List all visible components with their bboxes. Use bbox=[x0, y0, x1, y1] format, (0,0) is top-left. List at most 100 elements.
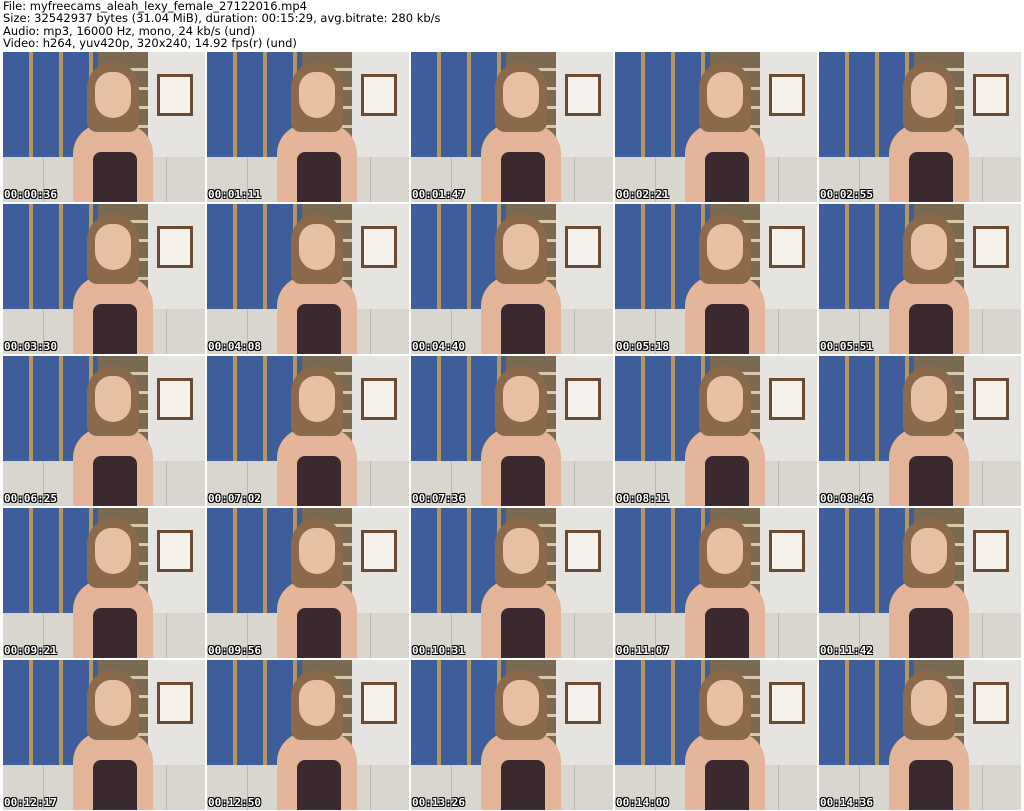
picture-frame bbox=[973, 682, 1009, 724]
person bbox=[889, 670, 969, 810]
file-size: Size: 32542937 bytes (31.04 MiB), durati… bbox=[3, 11, 441, 26]
video-thumbnail[interactable]: 00:05:51 bbox=[819, 204, 1021, 354]
person bbox=[73, 518, 153, 658]
person bbox=[481, 670, 561, 810]
picture-frame bbox=[769, 74, 805, 116]
video-thumbnail[interactable]: 00:07:02 bbox=[207, 356, 409, 506]
person bbox=[685, 518, 765, 658]
picture-frame bbox=[973, 74, 1009, 116]
picture-frame bbox=[769, 226, 805, 268]
timestamp: 00:09:56 bbox=[208, 644, 261, 657]
timestamp: 00:00:36 bbox=[4, 188, 57, 201]
timestamp: 00:04:40 bbox=[412, 340, 465, 353]
picture-frame bbox=[565, 530, 601, 572]
person bbox=[73, 62, 153, 202]
picture-frame bbox=[769, 682, 805, 724]
timestamp: 00:09:21 bbox=[4, 644, 57, 657]
person bbox=[73, 214, 153, 354]
person bbox=[277, 214, 357, 354]
timestamp: 00:04:08 bbox=[208, 340, 261, 353]
person bbox=[889, 214, 969, 354]
person bbox=[481, 214, 561, 354]
picture-frame bbox=[361, 530, 397, 572]
timestamp: 00:06:25 bbox=[4, 492, 57, 505]
video-info: Video: h264, yuv420p, 320x240, 14.92 fps… bbox=[3, 35, 297, 50]
video-thumbnail[interactable]: 00:14:00 bbox=[615, 660, 817, 810]
timestamp: 00:07:02 bbox=[208, 492, 261, 505]
timestamp: 00:02:55 bbox=[820, 188, 873, 201]
person bbox=[481, 62, 561, 202]
person bbox=[889, 518, 969, 658]
person bbox=[73, 366, 153, 506]
video-thumbnail[interactable]: 00:01:47 bbox=[411, 52, 613, 202]
video-thumbnail[interactable]: 00:04:40 bbox=[411, 204, 613, 354]
picture-frame bbox=[361, 682, 397, 724]
timestamp: 00:10:31 bbox=[412, 644, 465, 657]
video-thumbnail[interactable]: 00:14:36 bbox=[819, 660, 1021, 810]
video-thumbnail[interactable]: 00:05:18 bbox=[615, 204, 817, 354]
picture-frame bbox=[973, 530, 1009, 572]
person bbox=[277, 62, 357, 202]
thumbnail-grid: 00:00:36 00:01:11 00:01:47 00:02:21 00:02:55… bbox=[3, 52, 1021, 810]
picture-frame bbox=[157, 378, 193, 420]
picture-frame bbox=[973, 226, 1009, 268]
picture-frame bbox=[973, 378, 1009, 420]
person bbox=[685, 366, 765, 506]
video-thumbnail[interactable]: 00:10:31 bbox=[411, 508, 613, 658]
file-info: File: myfreecams_aleah_lexy_female_27122… bbox=[3, 0, 441, 49]
timestamp: 00:12:17 bbox=[4, 796, 57, 809]
timestamp: 00:07:36 bbox=[412, 492, 465, 505]
picture-frame bbox=[361, 378, 397, 420]
video-thumbnail[interactable]: 00:02:55 bbox=[819, 52, 1021, 202]
video-thumbnail[interactable]: 00:01:11 bbox=[207, 52, 409, 202]
video-thumbnail[interactable]: 00:12:50 bbox=[207, 660, 409, 810]
timestamp: 00:14:36 bbox=[820, 796, 873, 809]
video-thumbnail[interactable]: 00:09:21 bbox=[3, 508, 205, 658]
picture-frame bbox=[157, 530, 193, 572]
video-thumbnail[interactable]: 00:11:07 bbox=[615, 508, 817, 658]
video-thumbnail[interactable]: 00:00:36 bbox=[3, 52, 205, 202]
person bbox=[889, 62, 969, 202]
video-thumbnail[interactable]: 00:04:08 bbox=[207, 204, 409, 354]
video-thumbnail[interactable]: 00:13:26 bbox=[411, 660, 613, 810]
picture-frame bbox=[157, 226, 193, 268]
picture-frame bbox=[769, 530, 805, 572]
picture-frame bbox=[565, 682, 601, 724]
timestamp: 00:05:18 bbox=[616, 340, 669, 353]
person bbox=[277, 670, 357, 810]
person bbox=[889, 366, 969, 506]
person bbox=[685, 214, 765, 354]
picture-frame bbox=[361, 226, 397, 268]
video-thumbnail[interactable]: 00:08:46 bbox=[819, 356, 1021, 506]
timestamp: 00:14:00 bbox=[616, 796, 669, 809]
timestamp: 00:11:07 bbox=[616, 644, 669, 657]
video-thumbnail[interactable]: 00:03:30 bbox=[3, 204, 205, 354]
video-thumbnail[interactable]: 00:08:11 bbox=[615, 356, 817, 506]
timestamp: 00:01:11 bbox=[208, 188, 261, 201]
picture-frame bbox=[361, 74, 397, 116]
timestamp: 00:11:42 bbox=[820, 644, 873, 657]
picture-frame bbox=[565, 74, 601, 116]
picture-frame bbox=[565, 226, 601, 268]
picture-frame bbox=[157, 682, 193, 724]
person bbox=[685, 62, 765, 202]
video-thumbnail[interactable]: 00:11:42 bbox=[819, 508, 1021, 658]
person bbox=[481, 518, 561, 658]
video-thumbnail[interactable]: 00:02:21 bbox=[615, 52, 817, 202]
person bbox=[277, 518, 357, 658]
timestamp: 00:02:21 bbox=[616, 188, 669, 201]
video-thumbnail[interactable]: 00:09:56 bbox=[207, 508, 409, 658]
video-thumbnail[interactable]: 00:07:36 bbox=[411, 356, 613, 506]
person bbox=[481, 366, 561, 506]
timestamp: 00:12:50 bbox=[208, 796, 261, 809]
timestamp: 00:08:11 bbox=[616, 492, 669, 505]
video-thumbnail[interactable]: 00:12:17 bbox=[3, 660, 205, 810]
video-thumbnail[interactable]: 00:06:25 bbox=[3, 356, 205, 506]
person bbox=[277, 366, 357, 506]
timestamp: 00:05:51 bbox=[820, 340, 873, 353]
timestamp: 00:08:46 bbox=[820, 492, 873, 505]
picture-frame bbox=[769, 378, 805, 420]
timestamp: 00:13:26 bbox=[412, 796, 465, 809]
picture-frame bbox=[157, 74, 193, 116]
person bbox=[73, 670, 153, 810]
